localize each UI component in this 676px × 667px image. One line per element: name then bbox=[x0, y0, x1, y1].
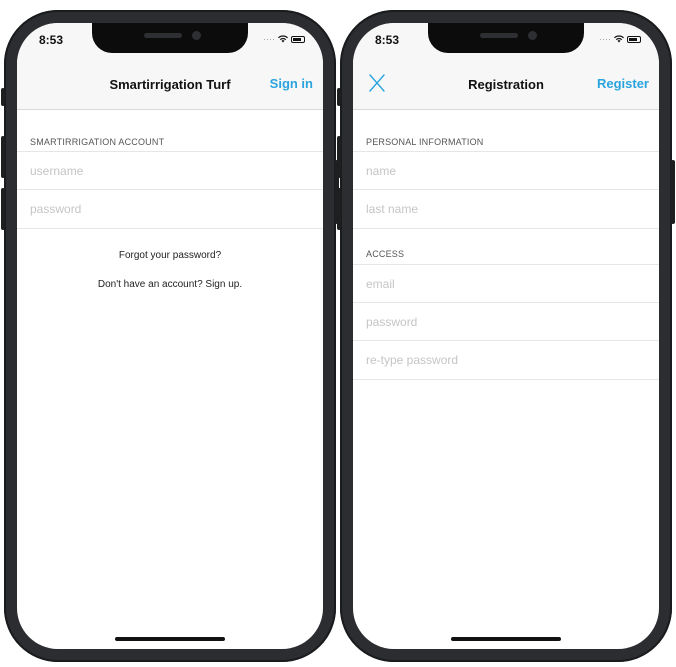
last-name-input[interactable] bbox=[366, 190, 626, 228]
section-header-access: ACCESS bbox=[366, 249, 405, 259]
forgot-password-link[interactable]: Forgot your password? bbox=[17, 250, 323, 261]
password-row bbox=[353, 302, 659, 341]
retype-password-input[interactable] bbox=[366, 341, 626, 379]
name-row bbox=[353, 151, 659, 190]
email-row bbox=[353, 264, 659, 303]
register-button[interactable]: Register bbox=[597, 76, 649, 91]
signin-screen: 8:53 ···· Smartirrigation Turf Sign in S… bbox=[17, 23, 323, 649]
notch bbox=[428, 23, 584, 53]
password-input[interactable] bbox=[366, 303, 626, 341]
volume-down-button bbox=[1, 188, 5, 230]
side-button bbox=[671, 160, 675, 224]
username-row bbox=[17, 151, 323, 190]
password-row bbox=[17, 189, 323, 229]
camera-icon bbox=[528, 31, 537, 40]
section-header-personal: PERSONAL INFORMATION bbox=[366, 137, 484, 147]
status-time: 8:53 bbox=[39, 33, 64, 47]
retype-password-row bbox=[353, 340, 659, 380]
battery-icon bbox=[291, 35, 305, 43]
wifi-icon bbox=[278, 35, 288, 43]
mute-switch bbox=[337, 88, 341, 106]
volume-up-button bbox=[337, 136, 341, 178]
speaker-grille bbox=[480, 33, 518, 38]
home-indicator[interactable] bbox=[451, 637, 561, 641]
home-indicator[interactable] bbox=[115, 637, 225, 641]
sign-in-button[interactable]: Sign in bbox=[270, 76, 313, 91]
signal-icon: ···· bbox=[263, 34, 275, 44]
phone-signin: 8:53 ···· Smartirrigation Turf Sign in S… bbox=[1, 10, 339, 662]
navigation-bar: Smartirrigation Turf Sign in bbox=[17, 63, 323, 110]
registration-screen: 8:53 ···· Registration Register PERSONAL… bbox=[353, 23, 659, 649]
navigation-bar: Registration Register bbox=[353, 63, 659, 110]
status-time: 8:53 bbox=[375, 33, 400, 47]
sign-up-link[interactable]: Don't have an account? Sign up. bbox=[17, 279, 323, 290]
camera-icon bbox=[192, 31, 201, 40]
username-input[interactable] bbox=[30, 152, 290, 190]
last-name-row bbox=[353, 189, 659, 229]
phone-registration: 8:53 ···· Registration Register PERSONAL… bbox=[337, 10, 675, 662]
wifi-icon bbox=[614, 35, 624, 43]
password-input[interactable] bbox=[30, 190, 290, 228]
battery-icon bbox=[627, 35, 641, 43]
volume-up-button bbox=[1, 136, 5, 178]
signal-icon: ···· bbox=[599, 34, 611, 44]
status-icons: ···· bbox=[599, 34, 641, 44]
notch bbox=[92, 23, 248, 53]
mute-switch bbox=[1, 88, 5, 106]
email-input[interactable] bbox=[366, 265, 626, 303]
volume-down-button bbox=[337, 188, 341, 230]
name-input[interactable] bbox=[366, 152, 626, 190]
status-icons: ···· bbox=[263, 34, 305, 44]
section-header-account: SMARTIRRIGATION ACCOUNT bbox=[30, 137, 165, 147]
speaker-grille bbox=[144, 33, 182, 38]
